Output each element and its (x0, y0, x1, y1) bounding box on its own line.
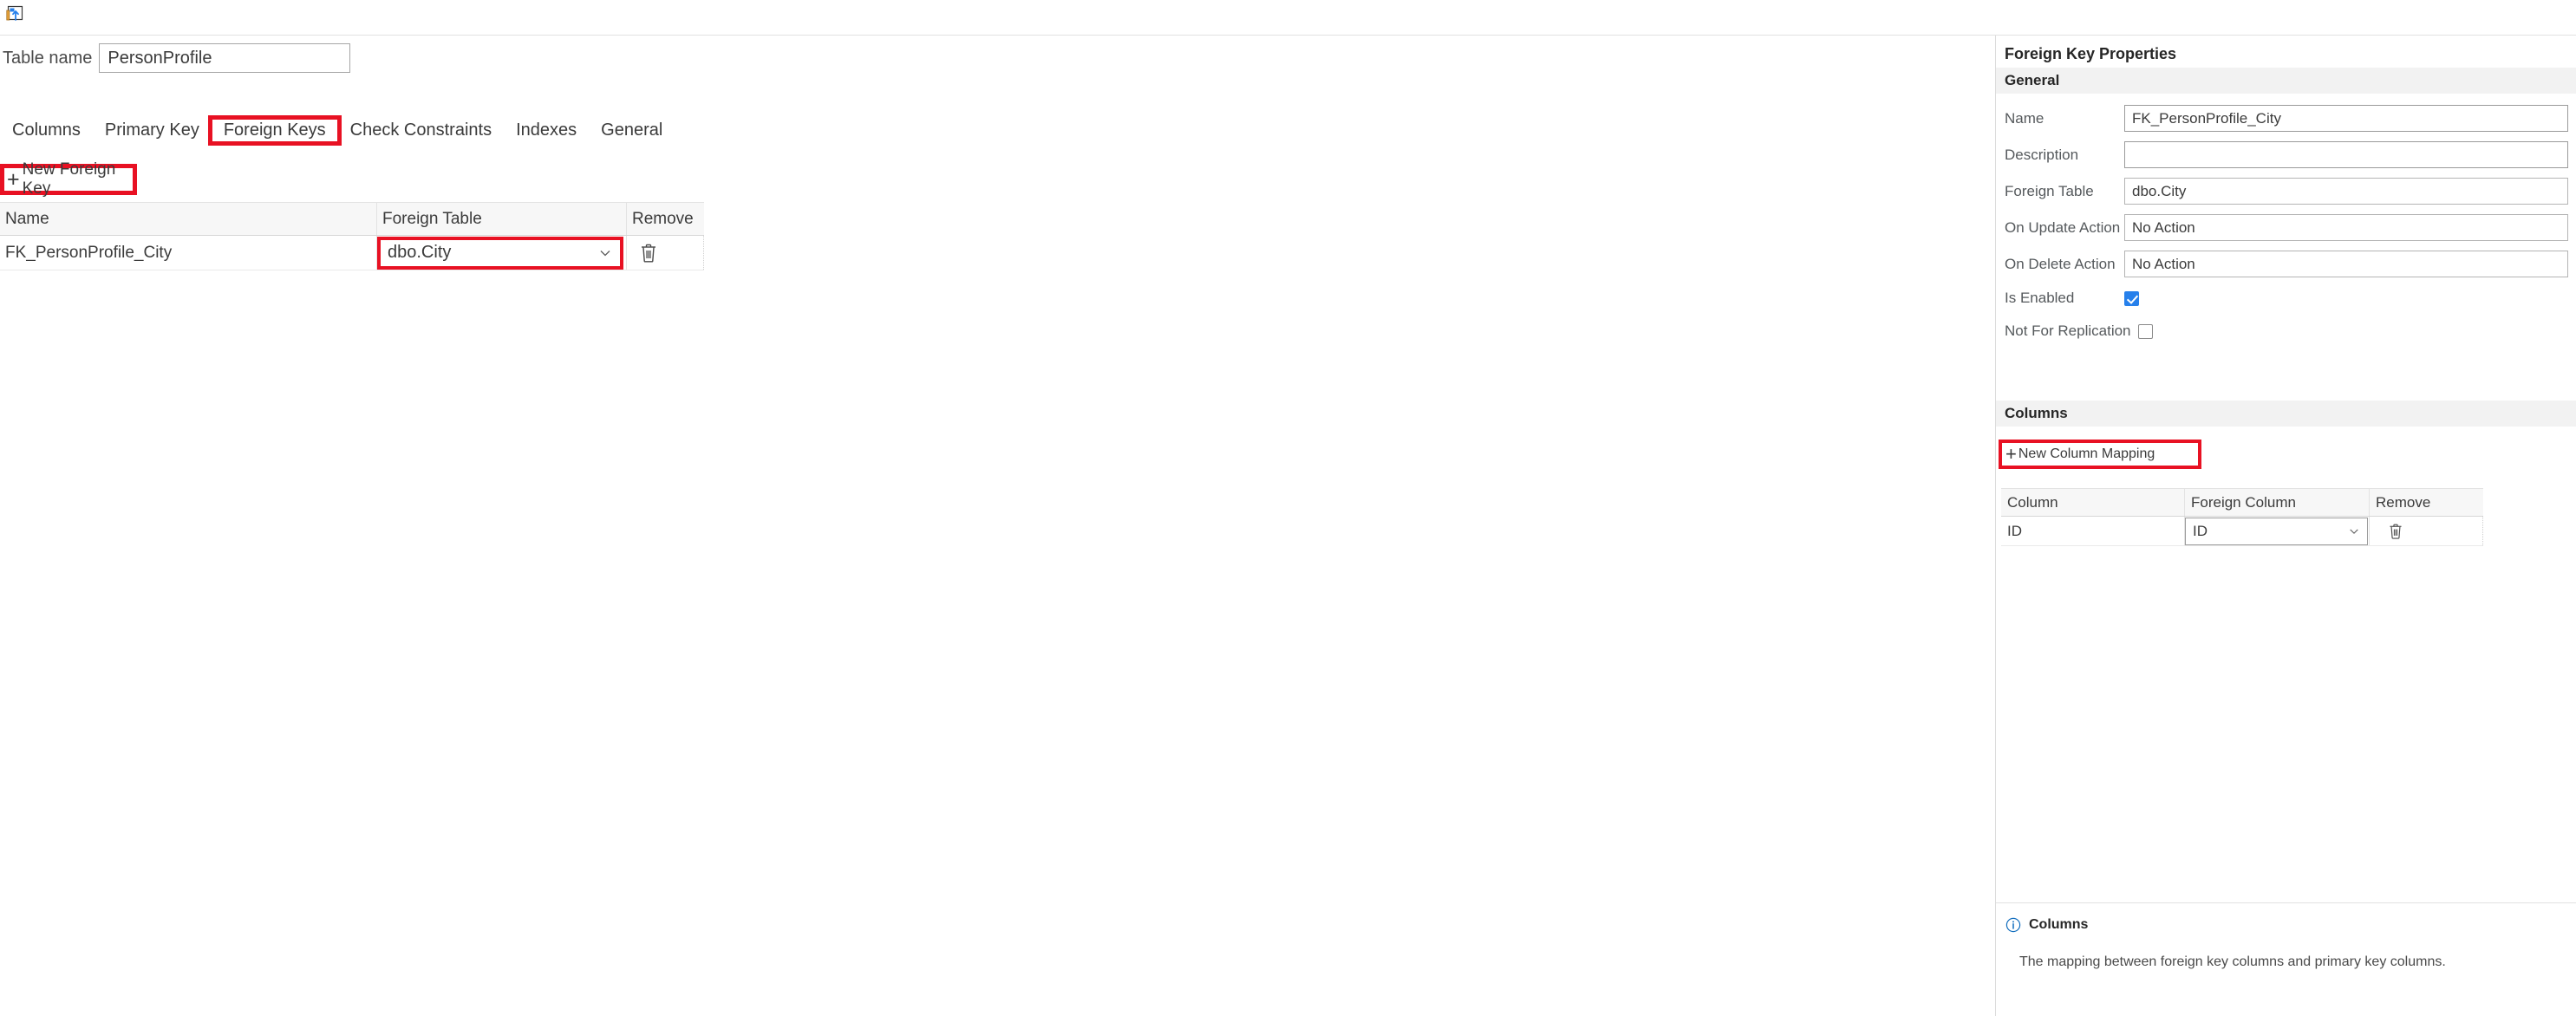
table-designer-window: Table name Columns Primary Key Foreign K… (0, 0, 2576, 1016)
property-input-on-update-action[interactable] (2124, 214, 2568, 241)
column-mapping-grid: Column Foreign Column Remove ID ID (2001, 488, 2483, 546)
trash-icon[interactable] (639, 243, 658, 264)
is-enabled-checkbox[interactable] (2124, 290, 2139, 306)
property-input-name[interactable] (2124, 105, 2568, 132)
foreign-table-dropdown-value: dbo.City (388, 243, 452, 262)
foreign-keys-grid-header: Name Foreign Table Remove (0, 202, 704, 236)
chevron-down-icon (600, 250, 610, 256)
tab-foreign-keys[interactable]: Foreign Keys (207, 114, 342, 146)
cell-foreign-key-name[interactable]: FK_PersonProfile_City (0, 236, 376, 270)
row-right-divider (2482, 517, 2483, 545)
property-label-on-update-action: On Update Action (2005, 218, 2121, 236)
table-editor-pane: Table name Columns Primary Key Foreign K… (0, 36, 1995, 1016)
cell-foreign-column: ID (2184, 517, 2369, 545)
property-label-on-delete-action: On Delete Action (2005, 255, 2116, 272)
column-header-name: Name (5, 209, 49, 228)
column-header-foreign-table: Foreign Table (376, 203, 626, 235)
property-row-name: Name (1996, 105, 2576, 132)
property-label-description: Description (2005, 146, 2079, 163)
property-row-not-for-replication: Not For Replication (1996, 322, 2576, 341)
info-panel: Columns The mapping between foreign key … (1996, 902, 2576, 1016)
cell-remove (2369, 517, 2483, 545)
table-row[interactable]: FK_PersonProfile_City dbo.City (0, 236, 704, 270)
section-header-columns: Columns (1996, 401, 2576, 427)
column-mapping-grid-header: Column Foreign Column Remove (2001, 488, 2483, 517)
property-label-not-for-replication: Not For Replication (2005, 322, 2131, 339)
cell-column[interactable]: ID (2001, 517, 2184, 545)
row-right-divider (703, 236, 704, 270)
new-foreign-key-container: + New Foreign Key (0, 160, 137, 198)
foreign-column-dropdown-value: ID (2193, 522, 2208, 539)
tab-columns[interactable]: Columns (0, 119, 93, 142)
not-for-replication-checkbox[interactable] (2137, 323, 2153, 339)
plus-icon: + (7, 166, 20, 192)
cell-remove (626, 236, 704, 270)
command-bar (0, 0, 2576, 36)
table-name-input[interactable] (99, 43, 351, 73)
foreign-key-properties-pane: Foreign Key Properties General Name Desc… (1995, 36, 2576, 1016)
info-panel-title: Columns (2029, 917, 2089, 932)
plus-icon: + (2005, 443, 2017, 465)
new-column-mapping-label: New Column Mapping (2018, 446, 2155, 461)
chevron-down-icon (2350, 528, 2358, 534)
trash-icon[interactable] (2388, 523, 2403, 540)
info-circle-icon (2005, 917, 2021, 933)
column-header-remove: Remove (2369, 489, 2483, 516)
new-column-mapping-button[interactable]: + New Column Mapping (1999, 440, 2201, 469)
property-input-foreign-table[interactable] (2124, 178, 2568, 205)
section-header-general: General (1996, 68, 2576, 94)
property-row-is-enabled: Is Enabled (1996, 289, 2576, 308)
property-label-is-enabled: Is Enabled (2005, 290, 2075, 306)
publish-changes-icon[interactable] (4, 3, 27, 26)
property-row-on-update-action: On Update Action (1996, 214, 2576, 241)
property-row-description: Description (1996, 141, 2576, 168)
tab-check-constraints[interactable]: Check Constraints (338, 119, 504, 142)
new-foreign-key-label: New Foreign Key (22, 160, 116, 198)
property-row-foreign-table: Foreign Table (1996, 178, 2576, 205)
info-panel-text: The mapping between foreign key columns … (2019, 954, 2446, 969)
column-header-column: Column (2007, 493, 2058, 511)
table-name-row: Table name (0, 43, 351, 73)
foreign-column-dropdown[interactable]: ID (2185, 517, 2368, 545)
editor-tabs: Columns Primary Key Foreign Keys Check C… (0, 114, 675, 146)
new-foreign-key-button[interactable]: + New Foreign Key (0, 160, 137, 198)
foreign-keys-grid: Name Foreign Table Remove FK_PersonProfi… (0, 202, 704, 270)
foreign-table-dropdown[interactable]: dbo.City (377, 236, 623, 270)
property-label-foreign-table: Foreign Table (2005, 182, 2094, 199)
tab-primary-key[interactable]: Primary Key (93, 119, 212, 142)
property-row-on-delete-action: On Delete Action (1996, 251, 2576, 277)
properties-pane-title: Foreign Key Properties (2005, 45, 2177, 62)
table-name-label: Table name (3, 49, 93, 68)
column-header-foreign-column: Foreign Column (2184, 489, 2369, 516)
property-input-on-delete-action[interactable] (2124, 251, 2568, 277)
new-column-mapping-container: + New Column Mapping (1999, 440, 2201, 469)
column-header-remove: Remove (626, 203, 704, 235)
property-input-description[interactable] (2124, 141, 2568, 168)
table-row[interactable]: ID ID (2001, 517, 2483, 546)
tab-general[interactable]: General (589, 119, 675, 142)
property-label-name: Name (2005, 109, 2044, 127)
cell-foreign-table: dbo.City (376, 236, 626, 270)
tab-indexes[interactable]: Indexes (504, 119, 589, 142)
info-panel-header: Columns (2005, 917, 2088, 933)
